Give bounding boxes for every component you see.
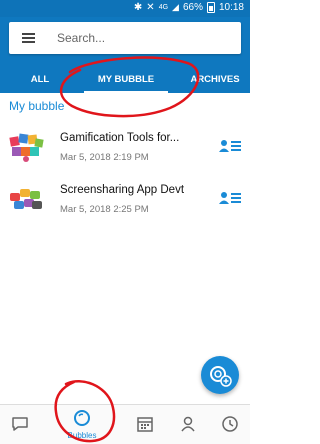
nav-bubbles[interactable]: Bubbles [62, 405, 102, 444]
nav-calendar[interactable] [125, 405, 165, 444]
nav-recent[interactable] [210, 405, 250, 444]
mute-icon: ✕ [146, 2, 155, 13]
clock-time: 10:18 [218, 2, 244, 13]
bubble-date: Mar 5, 2018 2:25 PM [60, 204, 149, 215]
tab-all[interactable]: ALL [20, 67, 60, 93]
create-bubble-button[interactable] [201, 356, 239, 394]
members-icon[interactable] [219, 191, 241, 205]
calendar-icon [137, 417, 153, 432]
bubble-title: Screensharing App Devt [60, 184, 185, 196]
search-bar [9, 22, 241, 54]
gamification-thumbnail-icon [9, 133, 44, 162]
menu-icon[interactable] [22, 33, 35, 43]
contacts-icon [181, 416, 195, 432]
nav-chat[interactable] [0, 405, 40, 444]
tab-bar: ALL MY BUBBLE ARCHIVES [0, 67, 250, 93]
search-input[interactable] [57, 28, 227, 48]
signal-icon: ◢ [172, 2, 179, 12]
screensharing-thumbnail-icon [10, 189, 42, 209]
members-icon[interactable] [219, 139, 241, 153]
bottom-nav: Bubbles [0, 404, 250, 444]
status-icons: ✱ ✕ 4G ◢ 66% 10:18 [134, 2, 244, 13]
bubble-date: Mar 5, 2018 2:19 PM [60, 152, 149, 163]
battery-percent: 66% [182, 2, 203, 13]
battery-icon [206, 2, 215, 13]
network-label: 4G [158, 4, 169, 11]
nav-contacts[interactable] [168, 405, 208, 444]
chat-icon [12, 417, 28, 431]
nav-bubbles-label: Bubbles [67, 431, 97, 440]
bubbles-icon [74, 410, 90, 426]
section-title: My bubble [9, 99, 65, 113]
bluetooth-icon: ✱ [133, 2, 143, 13]
status-bar: ✱ ✕ 4G ◢ 66% 10:18 [0, 0, 250, 17]
bubble-title: Gamification Tools for... [60, 132, 180, 144]
app-bar: ALL MY BUBBLE ARCHIVES [0, 17, 250, 93]
list-item[interactable]: Screensharing App Devt Mar 5, 2018 2:25 … [0, 175, 250, 227]
list-item[interactable]: Gamification Tools for... Mar 5, 2018 2:… [0, 123, 250, 175]
tab-my-bubble[interactable]: MY BUBBLE [84, 67, 168, 93]
tab-archives[interactable]: ARCHIVES [180, 67, 250, 93]
add-bubble-icon [210, 366, 232, 387]
clock-icon [222, 416, 238, 432]
